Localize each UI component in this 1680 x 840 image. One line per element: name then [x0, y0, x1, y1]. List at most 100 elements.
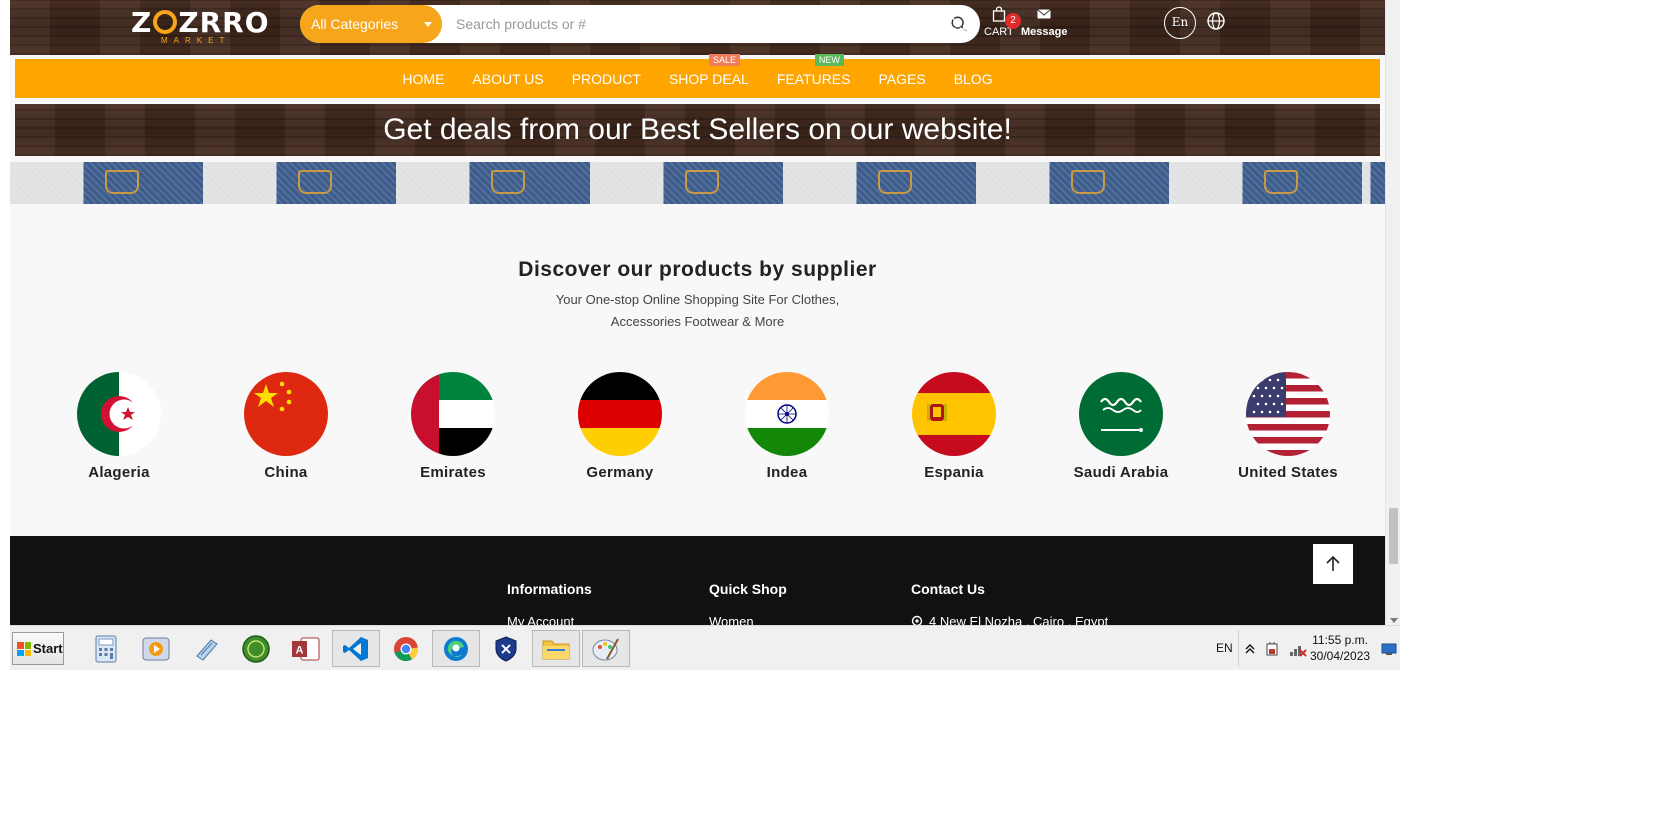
- nav-pages[interactable]: PAGES: [878, 71, 925, 87]
- system-clock[interactable]: 11:55 p.m. 30/04/2023: [1310, 632, 1370, 664]
- envelope-icon: [1037, 9, 1052, 19]
- footer-address: 4 New El Nozha , Cairo , Egypt: [911, 614, 1108, 625]
- footer-link-my-account[interactable]: My Account: [507, 614, 592, 625]
- globe-icon[interactable]: [1206, 11, 1226, 31]
- access-icon[interactable]: A: [282, 630, 330, 667]
- quran-app-icon[interactable]: [232, 630, 280, 667]
- country-algeria[interactable]: Alageria: [44, 372, 194, 481]
- show-desktop-icon[interactable]: [1381, 643, 1397, 655]
- nav-product[interactable]: PRODUCT: [572, 71, 641, 87]
- site-logo[interactable]: Z ZRRO MARKET: [131, 6, 270, 45]
- chevron-down-icon: [424, 22, 432, 27]
- section-title: Discover our products by supplier: [518, 258, 877, 281]
- country-china[interactable]: China: [211, 372, 361, 481]
- jeans-banner-strip: [10, 162, 1385, 204]
- footer-heading: Quick Shop: [709, 581, 787, 597]
- windows-logo-icon: [17, 642, 31, 656]
- shield-app-icon[interactable]: [482, 630, 530, 667]
- page-scrollbar[interactable]: [1385, 0, 1400, 625]
- country-name: United States: [1238, 464, 1338, 481]
- usa-flag-icon: [1246, 372, 1330, 456]
- network-icon[interactable]: [1289, 641, 1307, 657]
- sale-badge: SALE: [708, 53, 740, 66]
- supplier-section: Discover our products by supplier Your O…: [10, 205, 1385, 535]
- banner-tile: [396, 162, 590, 204]
- user-icon: [943, 7, 956, 22]
- notepad-icon[interactable]: [182, 630, 230, 667]
- nav-shop-deal-label: SHOP DEAL: [668, 70, 749, 87]
- account-button[interactable]: ACCOUNT: [922, 6, 976, 38]
- country-germany[interactable]: Germany: [545, 372, 695, 481]
- browser-viewport: Z ZRRO MARKET All Categories Search prod…: [10, 0, 1395, 625]
- screen: Z ZRRO MARKET All Categories Search prod…: [0, 0, 1680, 840]
- country-emirates[interactable]: Emirates: [378, 372, 528, 481]
- taskbar: Start A EN 11:55 p.m. 30/04/2023: [10, 625, 1400, 670]
- nav-home-label: HOME: [402, 70, 445, 87]
- banner-tile: [975, 162, 1170, 204]
- footer-quick-shop: Quick Shop Women: [709, 581, 787, 625]
- nav-product-label: PRODUCT: [571, 70, 641, 87]
- cart-button[interactable]: CART 2: [984, 6, 1021, 38]
- cart-count-badge: 2: [1005, 13, 1021, 29]
- chrome-icon[interactable]: [382, 630, 430, 667]
- banner-tile: [589, 162, 783, 204]
- account-label: ACCOUNT: [922, 26, 977, 38]
- edge-icon[interactable]: [432, 630, 480, 667]
- nav-shop-deal[interactable]: SALE SHOP DEAL: [668, 53, 749, 87]
- subtitle-line: Accessories Footwear & More: [610, 314, 785, 329]
- nav-blog[interactable]: BLOG: [954, 71, 993, 87]
- footer-contact: Contact Us 4 New El Nozha , Cairo , Egyp…: [911, 581, 1108, 625]
- footer-informations: Informations My Account: [507, 581, 592, 625]
- algeria-flag-icon: [77, 372, 161, 456]
- scrollbar-thumb[interactable]: [1389, 508, 1398, 564]
- calculator-icon[interactable]: [82, 630, 130, 667]
- banner-tile: [10, 162, 204, 204]
- scroll-down-arrow-icon[interactable]: [1390, 618, 1398, 623]
- country-name: Germany: [586, 464, 654, 481]
- main-nav: HOME ABOUT US PRODUCT SALE SHOP DEAL NEW…: [15, 53, 1380, 98]
- footer-heading: Contact Us: [911, 581, 985, 597]
- search-input[interactable]: [448, 5, 928, 43]
- country-name: Alageria: [88, 464, 150, 481]
- input-language-indicator[interactable]: EN: [1216, 641, 1233, 655]
- message-button[interactable]: Message: [1021, 6, 1067, 38]
- banner-tile: [203, 162, 397, 204]
- vscode-icon[interactable]: [332, 630, 380, 667]
- nav-pages-label: PAGES: [878, 70, 926, 87]
- category-dropdown[interactable]: All Categories: [300, 5, 442, 43]
- country-name: Indea: [766, 464, 808, 481]
- banner-tile: [782, 162, 976, 204]
- site-header: Z ZRRO MARKET All Categories Search prod…: [10, 0, 1385, 55]
- section-subtitle: Your One-stop Online Shopping Site For C…: [10, 289, 1385, 333]
- tray-expand-icon[interactable]: [1245, 643, 1255, 655]
- address-text: 4 New El Nozha , Cairo , Egypt: [929, 614, 1109, 625]
- logo-name: Z ZRRO: [131, 6, 270, 39]
- language-button[interactable]: En: [1164, 7, 1196, 39]
- back-to-top-button[interactable]: [1313, 544, 1353, 584]
- start-button[interactable]: Start: [12, 632, 64, 665]
- country-india[interactable]: Indea: [712, 372, 862, 481]
- country-espania[interactable]: Espania: [879, 372, 1029, 481]
- media-player-icon[interactable]: [132, 630, 180, 667]
- uae-flag-icon: [411, 372, 495, 456]
- banner-tile: [1362, 162, 1385, 204]
- country-united-states[interactable]: United States: [1213, 372, 1363, 481]
- new-badge: NEW: [814, 53, 844, 66]
- category-label: All Categories: [311, 16, 399, 32]
- nav-features[interactable]: NEW FEATURES: [777, 53, 850, 87]
- india-flag-icon: [745, 372, 829, 456]
- country-saudi-arabia[interactable]: Saudi Arabia: [1046, 372, 1196, 481]
- file-explorer-icon[interactable]: [532, 630, 580, 667]
- nav-home[interactable]: HOME: [402, 71, 444, 87]
- nav-about-us[interactable]: ABOUT US: [472, 71, 543, 87]
- country-name: Emirates: [420, 464, 486, 481]
- logo-subtitle: MARKET: [161, 36, 231, 45]
- nav-blog-label: BLOG: [953, 70, 993, 87]
- promo-banner[interactable]: Get deals from our Best Sellers on our w…: [15, 104, 1380, 156]
- paint-icon[interactable]: [582, 630, 630, 667]
- saudi-arabia-flag-icon: [1079, 372, 1163, 456]
- clock-time: 11:55 p.m.: [1312, 633, 1368, 647]
- china-flag-icon: [244, 372, 328, 456]
- footer-link-women[interactable]: Women: [709, 614, 787, 625]
- battery-icon[interactable]: [1265, 641, 1281, 657]
